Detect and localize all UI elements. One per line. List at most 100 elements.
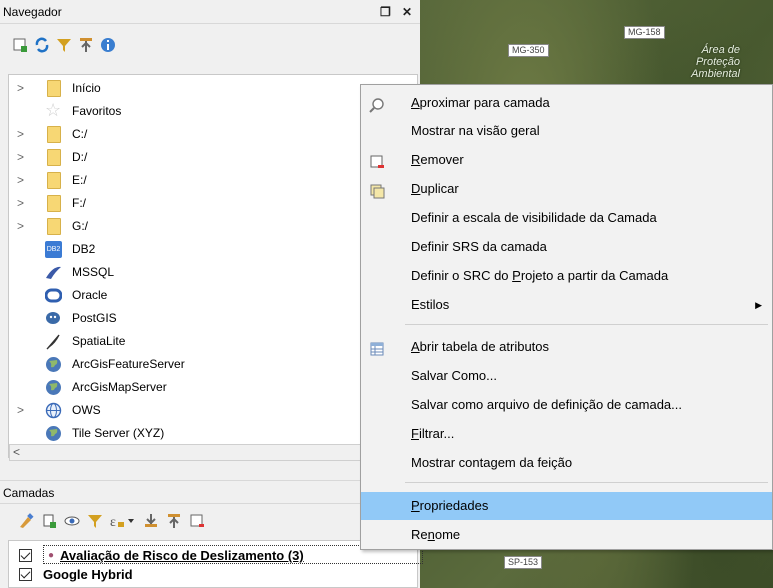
- layer-tree[interactable]: ● Avaliação de Risco de Deslizamento (3)…: [8, 540, 423, 588]
- close-icon[interactable]: ✕: [402, 0, 412, 24]
- globe-icon: [45, 356, 62, 373]
- navigator-title: Navegador: [3, 5, 62, 19]
- folder-icon: [47, 195, 61, 212]
- add-selected-layers-icon[interactable]: [12, 37, 28, 53]
- map-area-label: Área de Proteção Ambiental: [691, 44, 740, 80]
- globe-outline-icon: [45, 402, 62, 419]
- chevron-right-icon[interactable]: >: [17, 123, 24, 146]
- tree-item-arcgisfeatureserver[interactable]: ArcGisFeatureServer: [9, 353, 417, 376]
- remove-layer-icon: [369, 152, 385, 168]
- menu-separator: [405, 482, 768, 483]
- submenu-arrow-icon: ▶: [755, 300, 762, 310]
- layer-label: Avaliação de Risco de Deslizamento (3): [60, 548, 304, 563]
- tree-item-label: C:/: [72, 127, 88, 141]
- menu-item-save-layer-definition[interactable]: Salvar como arquivo de definição de cama…: [361, 391, 772, 419]
- expression-filter-icon[interactable]: ε: [110, 513, 136, 530]
- globe-icon: [45, 379, 62, 396]
- tree-item-label: PostGIS: [72, 311, 117, 325]
- visibility-eye-icon[interactable]: [64, 513, 80, 529]
- tree-item-mssql[interactable]: MSSQL: [9, 261, 417, 284]
- remove-layer-icon[interactable]: [189, 513, 205, 529]
- duplicate-layer-icon: [369, 181, 385, 199]
- star-icon: ☆: [45, 100, 62, 120]
- mssql-icon: [45, 264, 62, 281]
- tree-item-d[interactable]: > D:/: [9, 146, 417, 169]
- menu-item-set-project-src[interactable]: Definir o SRC do Projeto a partir da Cam…: [361, 262, 772, 290]
- info-icon[interactable]: [100, 37, 116, 53]
- layers-panel: Camadas: [0, 480, 420, 504]
- folder-icon: [47, 126, 61, 143]
- folder-icon: [47, 218, 61, 235]
- feather-icon: [45, 333, 62, 350]
- layer-item[interactable]: Google Hybrid: [19, 565, 133, 584]
- add-group-icon[interactable]: [41, 513, 57, 529]
- tree-item-label: G:/: [72, 219, 89, 233]
- menu-item-duplicate[interactable]: Duplicar: [361, 175, 772, 203]
- tree-item-f[interactable]: > F:/: [9, 192, 417, 215]
- tree-item-spatialite[interactable]: SpatiaLite: [9, 330, 417, 353]
- menu-item-properties[interactable]: Propriedades: [361, 492, 772, 520]
- layer-visibility-checkbox[interactable]: [19, 549, 32, 562]
- chevron-right-icon[interactable]: >: [17, 399, 24, 422]
- layers-title-bar: Camadas: [0, 480, 420, 504]
- menu-item-open-attribute-table[interactable]: Abrir tabela de atributos: [361, 333, 772, 361]
- tree-item-label: DB2: [72, 242, 96, 256]
- refresh-icon[interactable]: [34, 37, 50, 53]
- tree-item-inicio[interactable]: > Início: [9, 77, 417, 100]
- collapse-all-icon[interactable]: [166, 513, 182, 529]
- menu-item-save-as[interactable]: Salvar Como...: [361, 362, 772, 390]
- folder-icon: [47, 80, 61, 97]
- tree-item-label: ArcGisMapServer: [72, 380, 167, 394]
- postgis-icon: [45, 310, 62, 327]
- horizontal-scrollbar[interactable]: <: [9, 444, 418, 461]
- chevron-right-icon[interactable]: >: [17, 169, 24, 192]
- tree-item-e[interactable]: > E:/: [9, 169, 417, 192]
- expand-all-icon[interactable]: [143, 513, 159, 529]
- menu-item-zoom-to-layer[interactable]: Aproximar para camada: [361, 89, 772, 117]
- tree-item-favoritos[interactable]: ☆ Favoritos: [9, 100, 417, 123]
- menu-item-show-overview[interactable]: Mostrar na visão geral: [361, 117, 772, 145]
- menu-item-set-scale-visibility[interactable]: Definir a escala de visibilidade da Cama…: [361, 204, 772, 232]
- globe-icon: [45, 425, 62, 442]
- tree-item-postgis[interactable]: PostGIS: [9, 307, 417, 330]
- menu-item-set-layer-srs[interactable]: Definir SRS da camada: [361, 233, 772, 261]
- svg-text:ε: ε: [110, 515, 116, 529]
- scroll-left-icon[interactable]: <: [13, 445, 20, 460]
- chevron-right-icon[interactable]: >: [17, 146, 24, 169]
- tree-item-ows[interactable]: > OWS: [9, 399, 417, 422]
- menu-item-remove[interactable]: Remover: [361, 146, 772, 174]
- tree-item-label: OWS: [72, 403, 101, 417]
- layer-label: Google Hybrid: [43, 567, 133, 582]
- filter-icon[interactable]: [56, 37, 72, 53]
- float-icon[interactable]: ❐: [380, 0, 391, 24]
- chevron-right-icon[interactable]: >: [17, 215, 24, 238]
- point-symbol-icon: ●: [48, 550, 55, 561]
- road-label: MG-158: [624, 26, 665, 39]
- tree-item-label: Início: [72, 81, 101, 95]
- tree-item-arcgismapserver[interactable]: ArcGisMapServer: [9, 376, 417, 399]
- folder-icon: [47, 172, 61, 189]
- road-label: SP-153: [504, 556, 543, 569]
- tree-item-g[interactable]: > G:/: [9, 215, 417, 238]
- style-brush-icon[interactable]: [18, 513, 34, 529]
- tree-item-label: ArcGisFeatureServer: [72, 357, 185, 371]
- collapse-all-icon[interactable]: [78, 37, 94, 53]
- menu-item-filter[interactable]: Filtrar...: [361, 420, 772, 448]
- tree-item-tileserver[interactable]: Tile Server (XYZ): [9, 422, 417, 445]
- menu-item-rename[interactable]: Renome: [361, 521, 772, 549]
- tree-item-oracle[interactable]: Oracle: [9, 284, 417, 307]
- menu-item-show-feature-count[interactable]: Mostrar contagem da feição: [361, 449, 772, 477]
- chevron-right-icon[interactable]: >: [17, 77, 24, 100]
- browser-tree[interactable]: > Início ☆ Favoritos > C:/ > D:/ > E:/ >…: [8, 74, 418, 458]
- tree-item-label: Favoritos: [72, 104, 122, 118]
- zoom-layer-icon: [369, 95, 385, 113]
- menu-item-styles[interactable]: Estilos ▶: [361, 291, 772, 319]
- tree-item-db2[interactable]: DB2 DB2: [9, 238, 417, 261]
- chevron-right-icon[interactable]: >: [17, 192, 24, 215]
- filter-icon[interactable]: [87, 513, 103, 529]
- navigator-title-bar: Navegador ❐ ✕: [0, 0, 420, 24]
- tree-item-c[interactable]: > C:/: [9, 123, 417, 146]
- layer-visibility-checkbox[interactable]: [19, 568, 32, 581]
- db2-icon: DB2: [45, 241, 62, 258]
- tree-item-label: D:/: [72, 150, 88, 164]
